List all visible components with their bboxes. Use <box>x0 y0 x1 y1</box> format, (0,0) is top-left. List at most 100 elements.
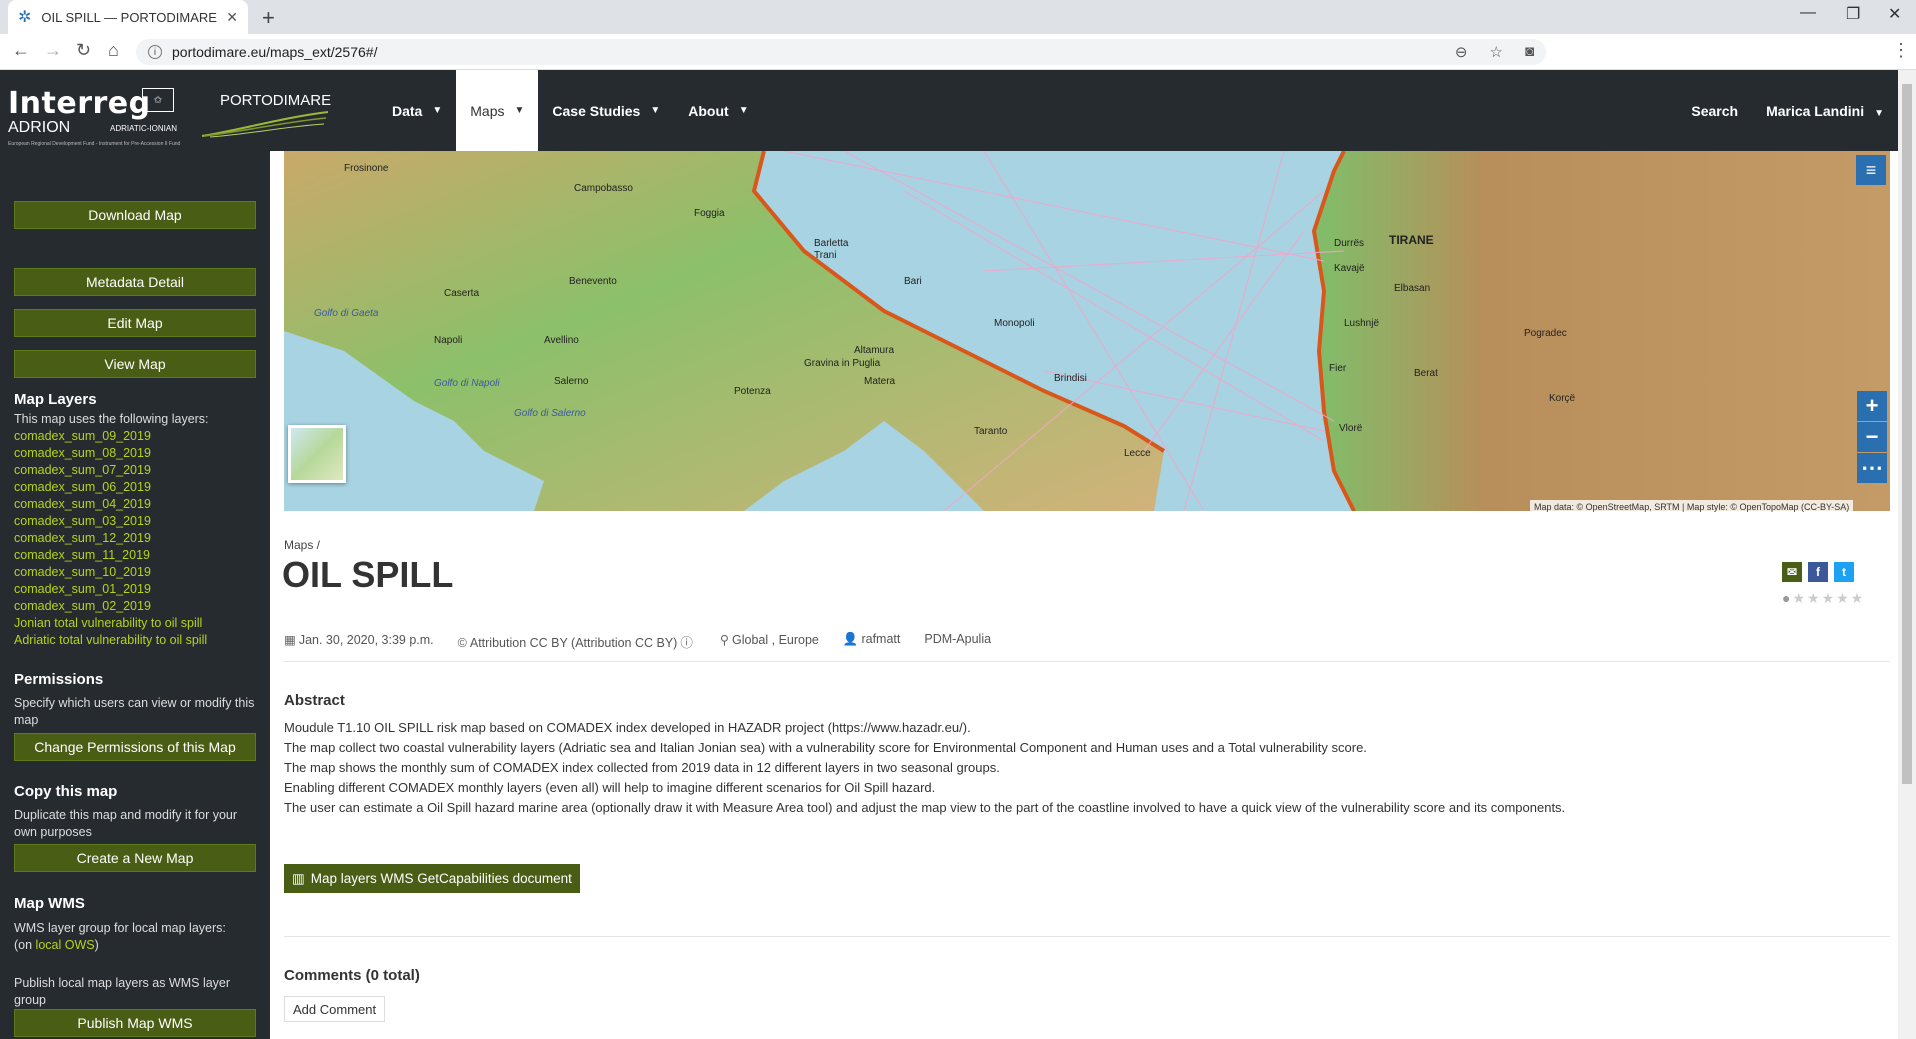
facebook-icon[interactable]: f <box>1808 562 1828 582</box>
breadcrumb[interactable]: Maps / <box>284 538 320 552</box>
publish-map-wms-button[interactable]: Publish Map WMS <box>14 1009 256 1037</box>
chevron-down-icon: ▼ <box>650 105 661 116</box>
zoom-icon[interactable]: ⊖ <box>1455 43 1468 61</box>
divider <box>284 661 1890 662</box>
map-attribution: Map data: © OpenStreetMap, SRTM | Map st… <box>1530 500 1854 513</box>
download-map-button[interactable]: Download Map <box>14 201 256 229</box>
camera-icon[interactable]: ◙ <box>1525 43 1534 61</box>
map-layers-heading: Map Layers <box>14 391 97 408</box>
abstract-line: The map collect two coastal vulnerabilit… <box>284 740 1367 755</box>
view-map-button[interactable]: View Map <box>14 350 256 378</box>
map-label: Monopoli <box>994 318 1035 329</box>
layer-link[interactable]: comadex_sum_12_2019 <box>14 530 207 547</box>
clear-rating-icon[interactable]: ● <box>1782 590 1792 606</box>
close-window-icon[interactable]: ✕ <box>1888 4 1901 24</box>
more-options-icon[interactable]: ⋯ <box>1857 453 1887 483</box>
map-label: Barletta <box>814 238 849 249</box>
map-view[interactable]: Frosinone Campobasso Foggia Barletta Tra… <box>284 151 1890 511</box>
change-permissions-button[interactable]: Change Permissions of this Map <box>14 733 256 761</box>
forward-icon[interactable]: → <box>44 40 62 61</box>
map-label: Golfo di Gaeta <box>314 308 379 319</box>
nav-label: Maps <box>470 102 505 119</box>
bookmark-star-icon[interactable]: ☆ <box>1489 43 1502 61</box>
nav-search[interactable]: Search <box>1677 103 1752 119</box>
scrollbar-thumb[interactable] <box>1902 84 1912 784</box>
map-canvas[interactable]: Frosinone Campobasso Foggia Barletta Tra… <box>284 151 1890 511</box>
layer-link[interactable]: comadex_sum_11_2019 <box>14 547 207 564</box>
map-layers-menu-icon[interactable]: ≡ <box>1856 155 1886 185</box>
map-label: Golfo di Salerno <box>514 408 586 419</box>
layer-link[interactable]: Adriatic total vulnerability to oil spil… <box>14 632 207 649</box>
restore-icon[interactable]: ❐ <box>1846 4 1860 24</box>
email-icon[interactable]: ✉ <box>1782 562 1802 582</box>
copyright-icon: © <box>457 636 467 650</box>
minimize-icon[interactable]: — <box>1800 4 1816 22</box>
layer-link[interactable]: comadex_sum_03_2019 <box>14 513 207 530</box>
local-ows-link[interactable]: local OWS <box>36 938 95 952</box>
map-label: Trani <box>814 250 836 261</box>
home-icon[interactable]: ⌂ <box>108 40 119 61</box>
map-label: Lecce <box>1124 448 1151 459</box>
nav-data[interactable]: Data ▼ <box>378 70 456 151</box>
star-rating[interactable]: ●★★★★★ <box>1782 590 1865 607</box>
layer-link[interactable]: comadex_sum_08_2019 <box>14 445 207 462</box>
layer-link[interactable]: Jonian total vulnerability to oil spill <box>14 615 207 632</box>
browser-tab-bar: ✲ OIL SPILL — PORTODIMARE ✕ + — ❐ ✕ <box>0 0 1916 34</box>
brand-name[interactable]: PORTODIMARE <box>220 92 331 109</box>
site-info-icon[interactable]: i <box>148 45 162 59</box>
abstract-line: Moudule T1.10 OIL SPILL risk map based o… <box>284 720 971 735</box>
layer-link[interactable]: comadex_sum_04_2019 <box>14 496 207 513</box>
wms-group-text: WMS layer group for local map layers: (o… <box>14 920 259 954</box>
create-new-map-button[interactable]: Create a New Map <box>14 844 256 872</box>
overview-minimap[interactable] <box>288 425 346 483</box>
layer-link[interactable]: comadex_sum_07_2019 <box>14 462 207 479</box>
nav-maps[interactable]: Maps ▼ <box>456 70 539 151</box>
close-tab-icon[interactable]: ✕ <box>226 9 238 26</box>
metadata-detail-button[interactable]: Metadata Detail <box>14 268 256 296</box>
browser-menu-icon[interactable]: ⋮ <box>1892 40 1910 61</box>
chevron-down-icon: ▼ <box>1874 107 1884 119</box>
map-label: Napoli <box>434 335 462 346</box>
map-label: Kavajë <box>1334 263 1365 274</box>
sidebar: Download Map Metadata Detail Edit Map Vi… <box>0 151 270 1039</box>
info-icon[interactable]: ⓘ <box>680 636 693 650</box>
main-nav: Data ▼ Maps ▼ Case Studies ▼ About ▼ <box>378 70 763 151</box>
layer-link[interactable]: comadex_sum_10_2019 <box>14 564 207 581</box>
wms-group-label: WMS layer group for local map layers: <box>14 921 226 935</box>
back-icon[interactable]: ← <box>12 40 30 61</box>
chevron-down-icon: ▼ <box>514 105 525 116</box>
map-label: Brindisi <box>1054 373 1087 384</box>
meta-license[interactable]: © Attribution CC BY (Attribution CC BY) ⓘ <box>458 632 696 651</box>
site-favicon-icon: ✲ <box>18 9 32 26</box>
meta-date: ▦ Jan. 30, 2020, 3:39 p.m. <box>284 632 434 651</box>
nav-case-studies[interactable]: Case Studies ▼ <box>538 70 674 151</box>
meta-region[interactable]: ⚲ Global , Europe <box>720 632 819 651</box>
nav-about[interactable]: About ▼ <box>674 70 762 151</box>
address-bar[interactable]: i portodimare.eu/maps_ext/2576#/ ⊖ ☆ ◙ <box>136 39 1546 65</box>
layer-link[interactable]: comadex_sum_09_2019 <box>14 428 207 445</box>
map-label: Matera <box>864 376 896 387</box>
divider <box>284 936 1890 937</box>
add-comment-button[interactable]: Add Comment <box>284 996 386 1022</box>
zoom-in-icon[interactable]: + <box>1857 391 1887 421</box>
new-tab-icon[interactable]: + <box>262 5 275 31</box>
nav-label: Case Studies <box>552 102 641 119</box>
meta-group[interactable]: PDM-Apulia <box>924 632 991 651</box>
wms-getcapabilities-button[interactable]: ▥ Map layers WMS GetCapabilities documen… <box>284 864 580 893</box>
map-label: Altamura <box>854 345 894 356</box>
user-menu[interactable]: Marica Landini ▼ <box>1752 103 1898 119</box>
map-label: Korçë <box>1549 393 1576 404</box>
layer-link[interactable]: comadex_sum_06_2019 <box>14 479 207 496</box>
layer-link[interactable]: comadex_sum_01_2019 <box>14 581 207 598</box>
map-label: Golfo di Napoli <box>434 378 500 389</box>
layer-link[interactable]: comadex_sum_02_2019 <box>14 598 207 615</box>
reload-icon[interactable]: ↻ <box>76 40 91 61</box>
browser-tab[interactable]: ✲ OIL SPILL — PORTODIMARE ✕ <box>8 0 248 34</box>
edit-map-button[interactable]: Edit Map <box>14 309 256 337</box>
map-label: Pogradec <box>1524 328 1567 339</box>
meta-owner[interactable]: 👤 rafmatt <box>843 632 900 651</box>
twitter-icon[interactable]: t <box>1834 562 1854 582</box>
zoom-out-icon[interactable]: − <box>1857 422 1887 452</box>
wms-on-text: (on <box>14 938 36 952</box>
copy-map-text: Duplicate this map and modify it for you… <box>14 808 238 839</box>
